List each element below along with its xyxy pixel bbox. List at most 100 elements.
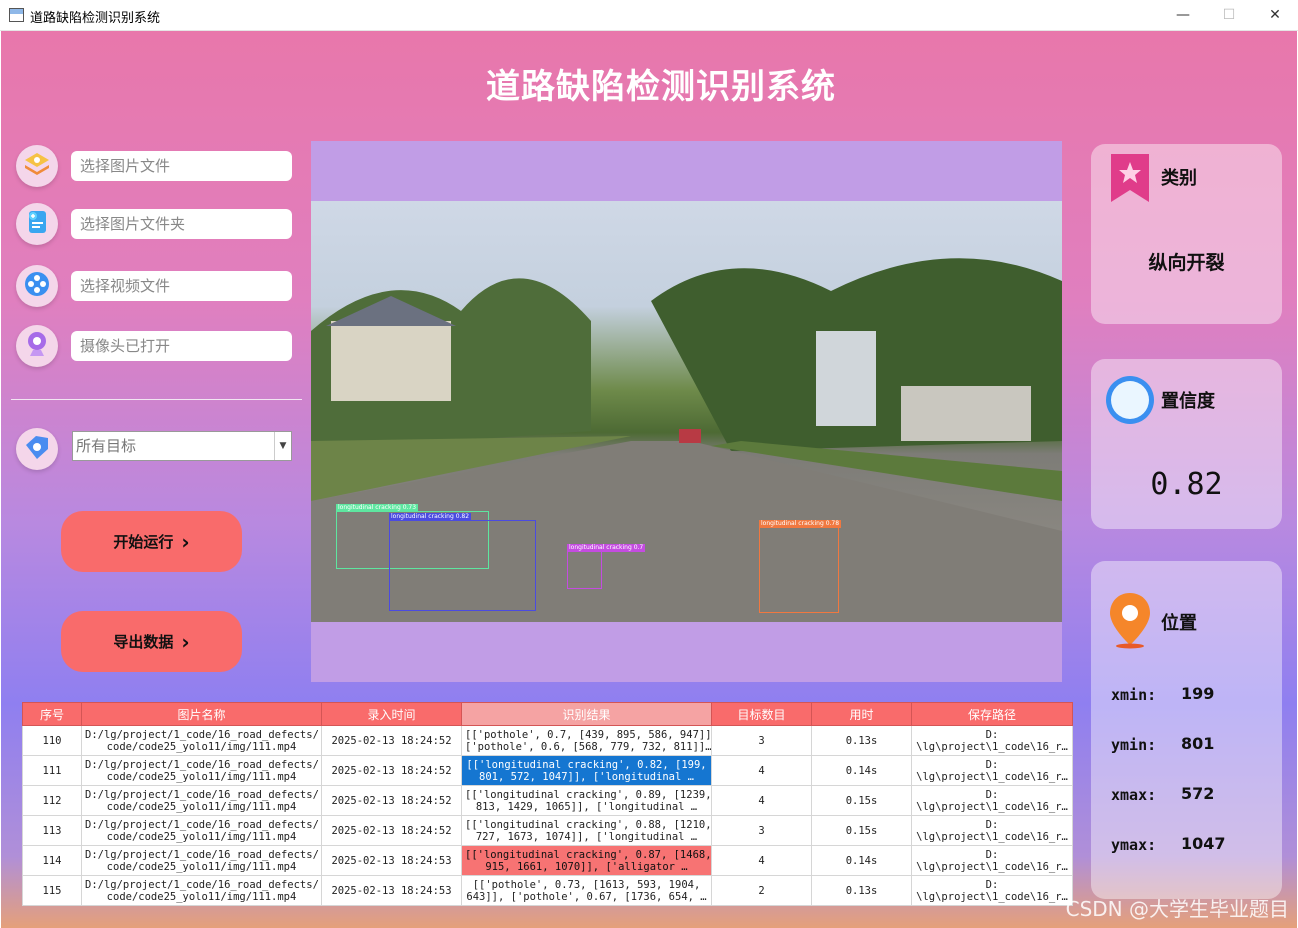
cell-count: 4 xyxy=(711,755,812,786)
xmax-value: 572 xyxy=(1181,784,1215,803)
class-card: 类别 纵向开裂 xyxy=(1091,144,1282,324)
column-header[interactable]: 序号 xyxy=(22,702,82,726)
name-line: D:/lg/project/1_code/16_road_defects/ xyxy=(85,728,319,741)
cell-duration: 0.15s xyxy=(811,785,912,816)
cell-time: 2025-02-13 18:24:52 xyxy=(321,785,462,816)
result-line: [['longitudinal cracking', 0.89, [1239, xyxy=(465,788,712,801)
cell-time: 2025-02-13 18:24:52 xyxy=(321,725,462,756)
results-table[interactable]: 序号 图片名称 录入时间 识别结果 目标数目 用时 保存路径 110 D:/lg… xyxy=(22,702,1073,906)
cell-time: 2025-02-13 18:24:53 xyxy=(321,875,462,906)
name-line: D:/lg/project/1_code/16_road_defects/ xyxy=(85,758,319,771)
table-row[interactable]: 115 D:/lg/project/1_code/16_road_defects… xyxy=(22,875,1073,906)
cell-name: D:/lg/project/1_code/16_road_defects/cod… xyxy=(81,785,322,816)
table-row[interactable]: 114 D:/lg/project/1_code/16_road_defects… xyxy=(22,845,1073,876)
start-button-label: 开始运行 xyxy=(113,533,174,551)
path-line: D: xyxy=(985,758,999,771)
cell-duration: 0.13s xyxy=(811,725,912,756)
ymax-value: 1047 xyxy=(1181,834,1226,853)
path-line: \lg\project\1_code\16_r… xyxy=(916,800,1068,813)
camera-status-field[interactable]: 摄像头已打开 xyxy=(71,331,292,361)
cell-result: [['longitudinal cracking', 0.87, [1468, 9… xyxy=(461,845,712,876)
column-header[interactable]: 录入时间 xyxy=(321,702,462,726)
cell-result: [['pothole', 0.73, [1613, 593, 1904, 643]… xyxy=(461,875,712,906)
table-row[interactable]: 110 D:/lg/project/1_code/16_road_defects… xyxy=(22,725,1073,756)
xmax-row: xmax: 572 xyxy=(1111,784,1214,804)
table-row[interactable]: 112 D:/lg/project/1_code/16_road_defects… xyxy=(22,785,1073,816)
ymin-value: 801 xyxy=(1181,734,1215,753)
image-stack-icon xyxy=(22,149,52,183)
cell-id: 114 xyxy=(22,845,82,876)
cell-id: 113 xyxy=(22,815,82,846)
cell-result: [['pothole', 0.7, [439, 895, 586, 947]],… xyxy=(461,725,712,756)
window-titlebar: 道路缺陷检测识别系统 — ☐ ✕ xyxy=(0,0,1298,31)
webcam-icon xyxy=(22,329,52,363)
xmax-label: xmax: xyxy=(1111,786,1157,804)
path-line: \lg\project\1_code\16_r… xyxy=(916,860,1068,873)
cell-count: 3 xyxy=(711,725,812,756)
detection-box: longitudinal cracking 0.82 xyxy=(389,513,536,611)
result-line: [['longitudinal cracking', 0.87, [1468, xyxy=(465,848,712,861)
path-line: D: xyxy=(985,728,999,741)
cell-result: [['longitudinal cracking', 0.89, [1239, 8… xyxy=(461,785,712,816)
table-row[interactable]: 111 D:/lg/project/1_code/16_road_defects… xyxy=(22,755,1073,786)
cell-path: D: \lg\project\1_code\16_r… xyxy=(911,815,1073,846)
image-file-button[interactable] xyxy=(16,145,58,187)
detection-box: longitudinal cracking 0.78 xyxy=(759,520,842,613)
ymin-row: ymin: 801 xyxy=(1111,734,1214,754)
image-folder-button[interactable] xyxy=(16,203,58,245)
image-file-field[interactable]: 选择图片文件 xyxy=(71,151,292,181)
cell-time: 2025-02-13 18:24:53 xyxy=(321,845,462,876)
table-row[interactable]: 113 D:/lg/project/1_code/16_road_defects… xyxy=(22,815,1073,846)
column-header[interactable]: 保存路径 xyxy=(911,702,1073,726)
export-button-label: 导出数据 xyxy=(113,633,174,651)
path-line: D: xyxy=(985,878,999,891)
result-line: [['pothole', 0.7, [439, 895, 586, 947]], xyxy=(465,728,712,741)
cell-duration: 0.14s xyxy=(811,755,912,786)
name-line: D:/lg/project/1_code/16_road_defects/ xyxy=(85,848,319,861)
name-line: code/code25_yolo11/img/111.mp4 xyxy=(106,830,297,843)
maximize-button[interactable]: ☐ xyxy=(1206,0,1252,30)
result-line: [['longitudinal cracking', 0.88, [1210, xyxy=(465,818,712,831)
name-line: D:/lg/project/1_code/16_road_defects/ xyxy=(85,788,319,801)
cell-count: 4 xyxy=(711,845,812,876)
export-button[interactable]: 导出数据 › xyxy=(61,611,242,672)
cell-path: D: \lg\project\1_code\16_r… xyxy=(911,725,1073,756)
detection-box: longitudinal cracking 0.7 xyxy=(567,544,646,589)
confidence-card: 置信度 0.82 xyxy=(1091,359,1282,529)
camera-button[interactable] xyxy=(16,325,58,367)
target-filter-badge xyxy=(16,428,58,470)
column-header[interactable]: 图片名称 xyxy=(81,702,322,726)
detection-label: longitudinal cracking 0.73 xyxy=(336,504,419,512)
ymax-label: ymax: xyxy=(1111,836,1157,854)
add-file-icon xyxy=(22,207,52,241)
window-title: 道路缺陷检测识别系统 xyxy=(30,11,161,26)
cell-duration: 0.13s xyxy=(811,875,912,906)
cell-name: D:/lg/project/1_code/16_road_defects/cod… xyxy=(81,815,322,846)
bookmark-star-icon xyxy=(1107,152,1153,208)
ymin-label: ymin: xyxy=(1111,736,1157,754)
chevron-down-icon[interactable]: ▼ xyxy=(274,432,291,460)
name-line: code/code25_yolo11/img/111.mp4 xyxy=(106,890,297,903)
confidence-title: 置信度 xyxy=(1161,391,1215,412)
column-header[interactable]: 识别结果 xyxy=(461,702,712,726)
image-folder-field[interactable]: 选择图片文件夹 xyxy=(71,209,292,239)
video-file-field[interactable]: 选择视频文件 xyxy=(71,271,292,301)
path-line: D: xyxy=(985,788,999,801)
close-button[interactable]: ✕ xyxy=(1252,0,1298,30)
cell-id: 115 xyxy=(22,875,82,906)
class-value: 纵向开裂 xyxy=(1148,252,1225,274)
cell-id: 111 xyxy=(22,755,82,786)
target-select-value: 所有目标 xyxy=(76,437,137,455)
cell-result: [['longitudinal cracking', 0.82, [199, 80… xyxy=(461,755,712,786)
app-icon xyxy=(9,8,24,22)
video-file-button[interactable] xyxy=(16,265,58,307)
start-button[interactable]: 开始运行 › xyxy=(61,511,242,572)
tag-icon xyxy=(22,432,52,466)
minimize-button[interactable]: — xyxy=(1160,0,1206,30)
class-title: 类别 xyxy=(1161,168,1197,189)
watermark: CSDN @大学生毕业题目 xyxy=(1065,897,1289,921)
column-header[interactable]: 用时 xyxy=(811,702,912,726)
column-header[interactable]: 目标数目 xyxy=(711,702,812,726)
position-card: 位置 xmin: 199 ymin: 801 xmax: 572 ymax: 1… xyxy=(1091,561,1282,899)
target-select[interactable]: 所有目标 ▼ xyxy=(72,431,292,461)
